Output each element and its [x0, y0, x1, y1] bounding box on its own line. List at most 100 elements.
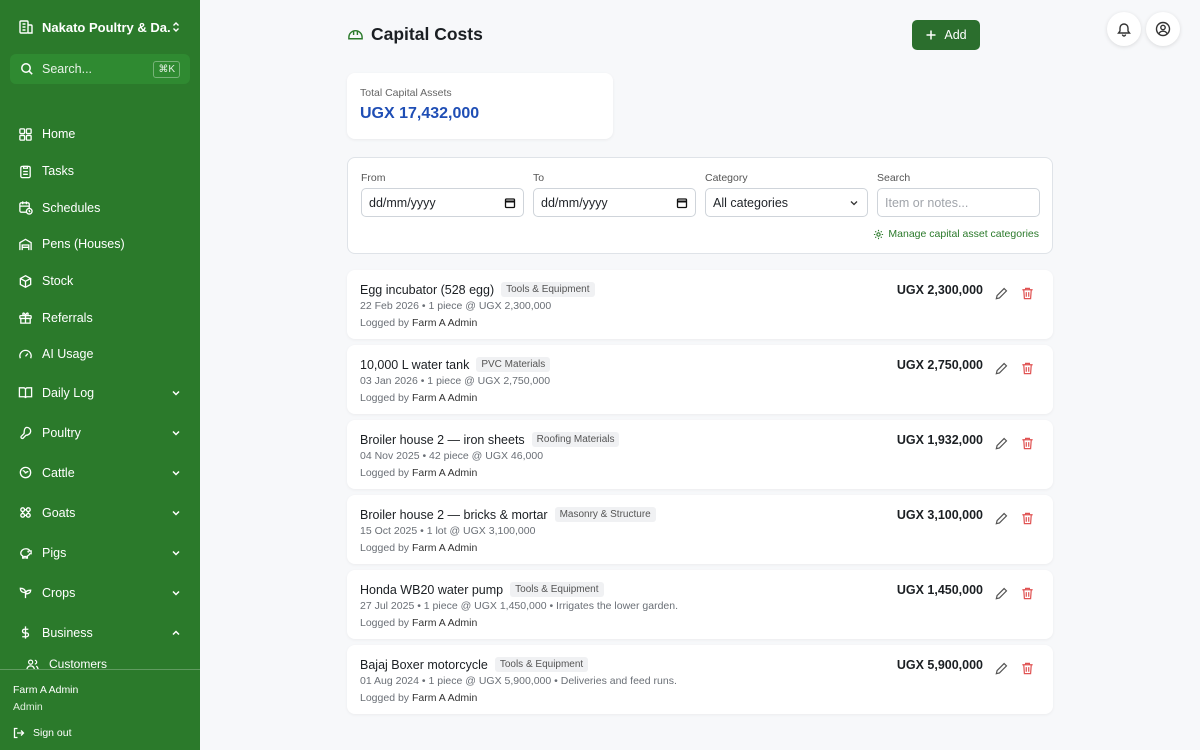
logged-by: Logged by Farm A Admin [360, 542, 477, 554]
pencil-icon[interactable] [994, 661, 1009, 676]
logged-by-user: Farm A Admin [411, 392, 478, 404]
pencil-icon[interactable] [994, 436, 1009, 451]
hard-hat-icon [348, 30, 363, 40]
search-label: Search [877, 172, 911, 184]
sidebar-group-goats[interactable]: Goats [0, 493, 200, 533]
chevron-down-icon [850, 200, 858, 205]
logged-by: Logged by Farm A Admin [360, 467, 477, 479]
farm-switcher[interactable]: Nakato Poultry & Da... [12, 12, 188, 42]
sidebar-group-poultry[interactable]: Poultry [0, 413, 200, 453]
search-input[interactable]: Item or notes... [877, 188, 1040, 217]
sidebar-item-home[interactable]: Home [0, 116, 200, 153]
pencil-icon[interactable] [994, 361, 1009, 376]
logged-by-prefix: Logged by [360, 542, 410, 554]
item-meta: 27 Jul 2025 • 1 piece @ UGX 1,450,000 • … [360, 600, 679, 612]
sidebar-group-label: Cattle [42, 465, 75, 480]
sidebar-group-daily-log[interactable]: Daily Log [0, 373, 200, 413]
user-role: Admin [13, 701, 43, 713]
item-name: 10,000 L water tank [360, 357, 470, 372]
sidebar-item-label: Home [42, 127, 76, 142]
sidebar-group-label: Daily Log [42, 385, 95, 400]
sidebar-item-referrals[interactable]: Referrals [0, 299, 200, 336]
trash-icon[interactable] [1020, 436, 1035, 451]
to-date-input[interactable]: dd/mm/yyyy [533, 188, 696, 217]
trash-icon[interactable] [1020, 511, 1035, 526]
logged-by: Logged by Farm A Admin [360, 692, 477, 704]
log-out-icon [13, 727, 25, 739]
book-icon [18, 387, 33, 399]
search-icon [21, 63, 33, 75]
sidebar-item-tasks[interactable]: Tasks [0, 153, 200, 190]
from-date-input[interactable]: dd/mm/yyyy [361, 188, 524, 217]
trash-icon[interactable] [1020, 661, 1035, 676]
trash-icon[interactable] [1020, 361, 1035, 376]
category-badge: Masonry & Structure [554, 507, 656, 522]
sidebar-footer: Farm A Admin Admin Sign out [0, 669, 200, 750]
dollar-icon [21, 626, 30, 639]
item-amount: UGX 5,900,000 [896, 658, 983, 672]
sidebar-item-ai-usage[interactable]: AI Usage [0, 336, 200, 373]
add-button[interactable]: Add [912, 20, 980, 50]
chevron-down-icon [172, 390, 180, 396]
logged-by: Logged by Farm A Admin [360, 392, 477, 404]
trash-icon[interactable] [1020, 586, 1035, 601]
search-input-placeholder: Item or notes... [885, 195, 969, 210]
calendar-icon [676, 197, 688, 208]
sidebar-item-pens[interactable]: Pens (Houses) [0, 226, 200, 263]
logged-by-user: Farm A Admin [411, 692, 478, 704]
notifications-button[interactable] [1107, 12, 1141, 46]
item-amount: UGX 3,100,000 [896, 508, 983, 522]
add-button-label: Add [944, 28, 967, 42]
account-button[interactable] [1146, 12, 1180, 46]
goat-icon [20, 507, 31, 519]
logged-by-prefix: Logged by [360, 392, 410, 404]
page-title-text: Capital Costs [371, 24, 483, 44]
user-name: Farm A Admin [13, 684, 79, 696]
sidebar-group-pigs[interactable]: Pigs [0, 533, 200, 573]
list-item: Bajaj Boxer motorcycle Tools & Equipment … [347, 645, 1053, 714]
from-date-value: dd/mm/yyyy [369, 195, 436, 210]
sidebar-group-cattle[interactable]: Cattle [0, 453, 200, 493]
sidebar: Nakato Poultry & Da... Search... ⌘K Home… [0, 0, 200, 750]
search-shortcut: ⌘K [153, 60, 180, 78]
pencil-icon[interactable] [994, 586, 1009, 601]
sidebar-item-label: Referrals [42, 310, 93, 325]
sidebar-group-label: Poultry [42, 425, 81, 440]
total-label: Total Capital Assets [360, 87, 452, 99]
item-meta: 22 Feb 2026 • 1 piece @ UGX 2,300,000 [360, 300, 552, 312]
chevron-down-icon [172, 470, 180, 476]
manage-categories-link[interactable]: Manage capital asset categories [873, 228, 1039, 240]
trash-icon[interactable] [1020, 286, 1035, 301]
list-item: Honda WB20 water pump Tools & Equipment 2… [347, 570, 1053, 639]
item-name: Broiler house 2 — iron sheets [360, 432, 525, 447]
item-amount: UGX 1,932,000 [896, 433, 983, 447]
logged-by-user: Farm A Admin [411, 467, 478, 479]
category-select[interactable]: All categories [705, 188, 868, 217]
capital-cost-list: Egg incubator (528 egg) Tools & Equipment… [347, 270, 1053, 720]
sidebar-group-business[interactable]: Business [0, 613, 200, 653]
calendar-icon [504, 197, 516, 208]
sidebar-item-schedules[interactable]: Schedules [0, 189, 200, 226]
manage-categories-label: Manage capital asset categories [888, 228, 1039, 240]
chevron-up-icon [172, 630, 180, 635]
list-item: Broiler house 2 — bricks & mortar Masonry… [347, 495, 1053, 564]
sidebar-item-label: Tasks [42, 164, 74, 179]
sidebar-item-label: Schedules [42, 200, 101, 215]
pencil-icon[interactable] [994, 286, 1009, 301]
user-circle-icon [1155, 21, 1171, 37]
sidebar-group-crops[interactable]: Crops [0, 573, 200, 613]
category-label: Category [705, 172, 748, 184]
sidebar-group-label: Pigs [42, 545, 67, 560]
warehouse-icon [19, 238, 32, 251]
sidebar-item-stock[interactable]: Stock [0, 263, 200, 300]
search-placeholder: Search... [42, 62, 93, 76]
sidebar-search[interactable]: Search... ⌘K [10, 54, 190, 84]
item-name: Broiler house 2 — bricks & mortar [360, 507, 548, 522]
list-item: 10,000 L water tank PVC Materials 03 Jan … [347, 345, 1053, 414]
list-item: Broiler house 2 — iron sheets Roofing Mat… [347, 420, 1053, 489]
sidebar-nav: Home Tasks Schedules Pens (Houses) Stock… [0, 116, 200, 671]
sidebar-group-label: Goats [42, 505, 76, 520]
gear-icon [874, 229, 884, 239]
pencil-icon[interactable] [994, 511, 1009, 526]
sign-out-button[interactable]: Sign out [13, 727, 187, 739]
